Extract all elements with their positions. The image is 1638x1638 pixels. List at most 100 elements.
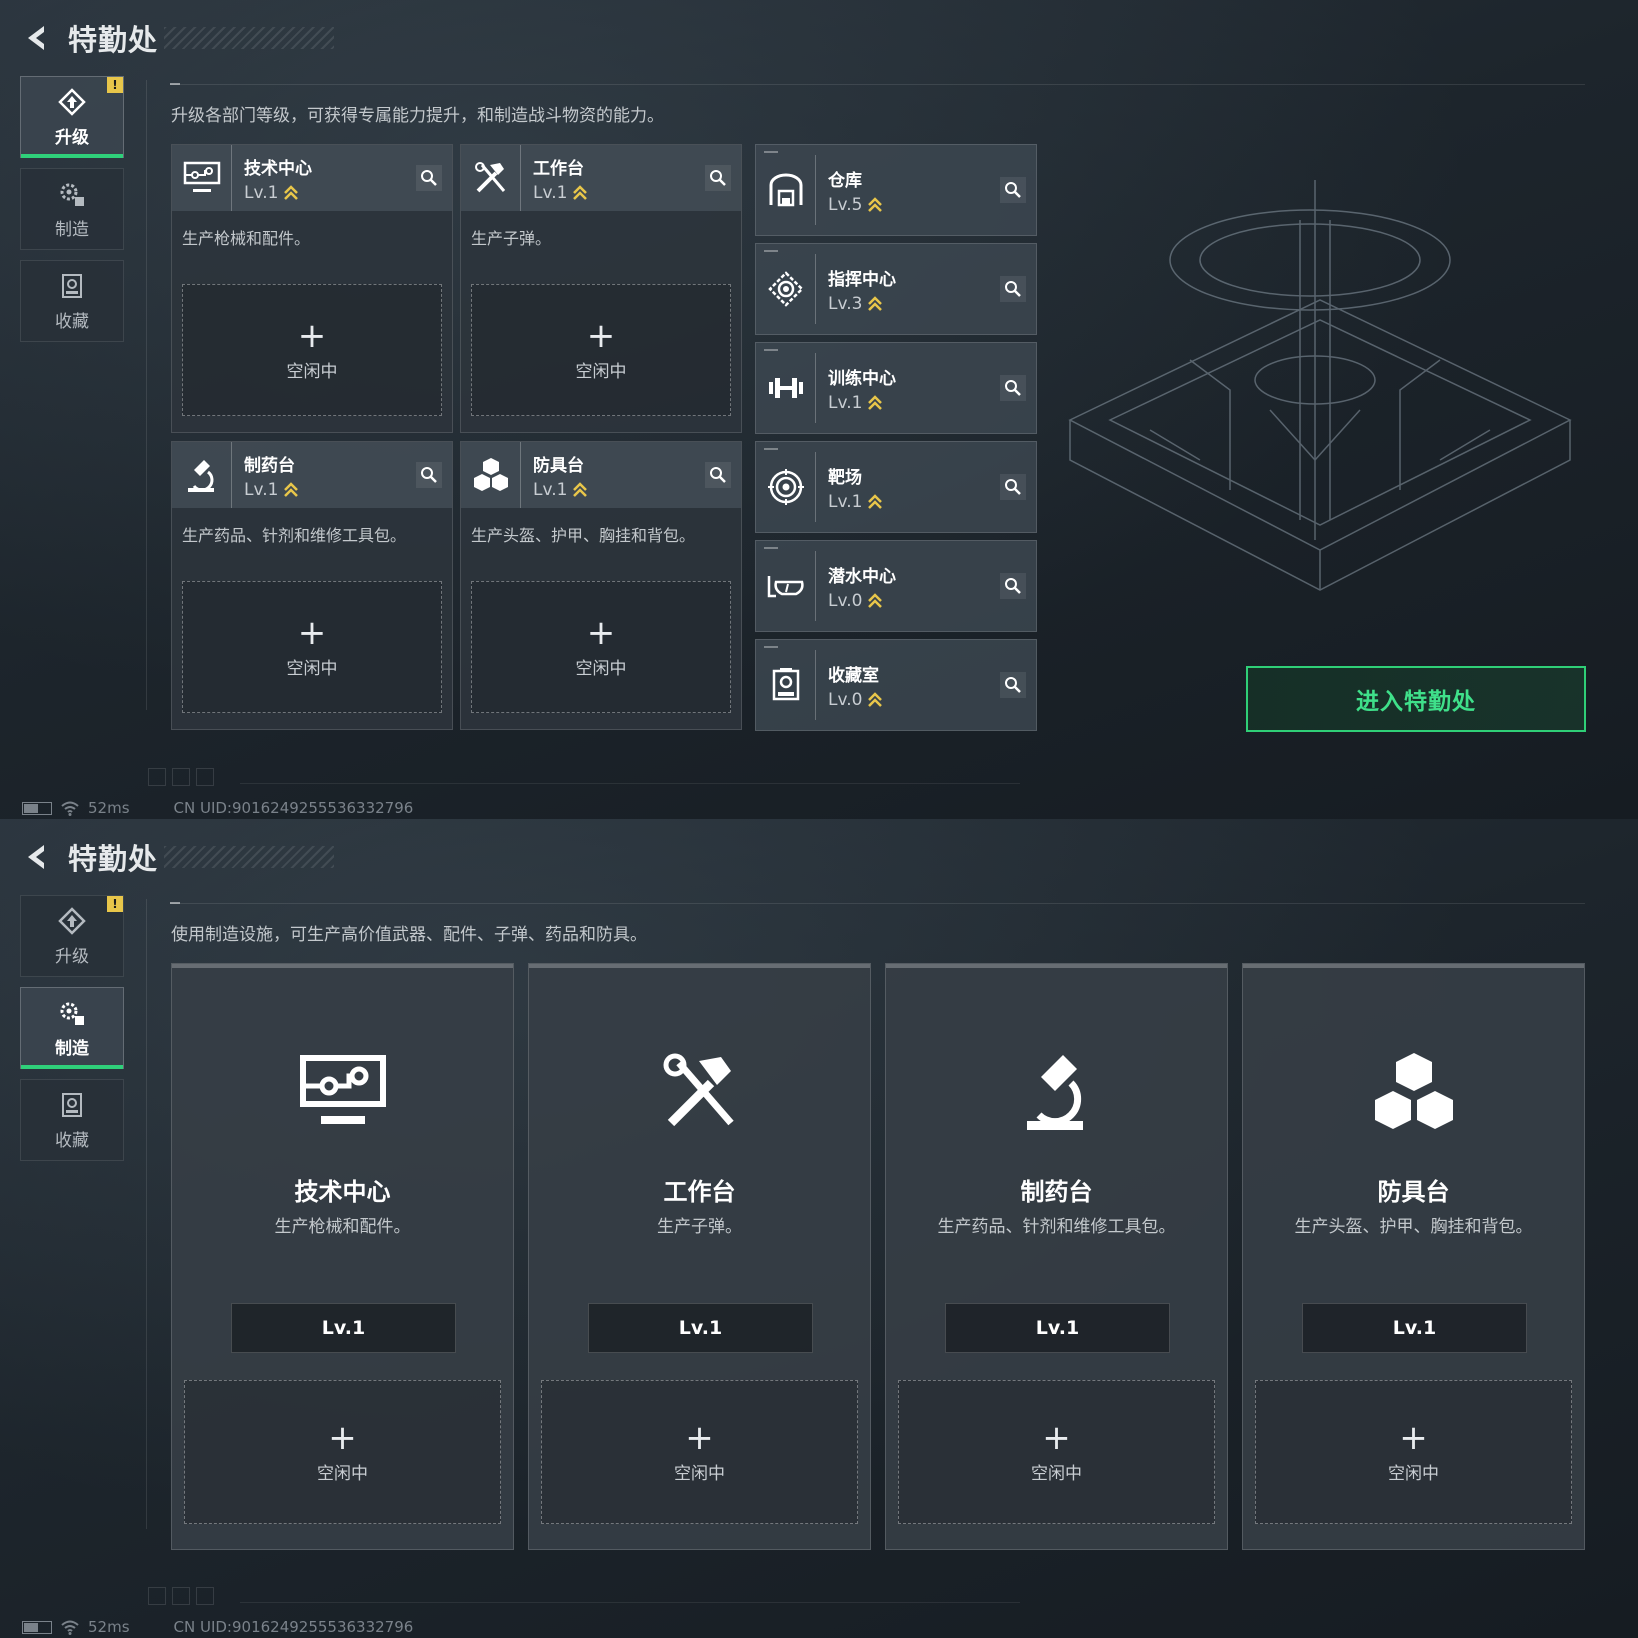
idle-slot[interactable]: + 空闲中 xyxy=(898,1380,1215,1524)
page-description: 升级各部门等级，可获得专属能力提升，和制造战斗物资的能力。 xyxy=(171,106,664,126)
search-button[interactable] xyxy=(1000,276,1026,302)
dept-card-armor[interactable]: 防具台 Lv.1 生产头盔、护甲、胸挂和背包。 + 空闲中 xyxy=(460,441,742,730)
search-button[interactable] xyxy=(1000,672,1026,698)
page-title: 特勤处 xyxy=(68,842,159,876)
header: 特勤处 xyxy=(20,18,335,58)
nav-collection[interactable]: 收藏 xyxy=(20,260,124,342)
level-up-chevron-icon xyxy=(868,394,883,410)
facility-collection-room[interactable]: 收藏室 Lv.0 xyxy=(755,639,1037,731)
dept-card-pharmacy[interactable]: 制药台 Lv.1 生产药品、针剂和维修工具包。 + 空闲中 xyxy=(171,441,453,730)
search-button[interactable] xyxy=(1000,375,1026,401)
station-level: Lv.1 xyxy=(231,1303,456,1353)
nav-craft[interactable]: 制造 xyxy=(20,987,124,1069)
station-description: 生产枪械和配件。 xyxy=(274,1217,411,1237)
facility-shooting-range[interactable]: 靶场 Lv.1 xyxy=(755,441,1037,533)
search-button[interactable] xyxy=(416,165,442,191)
idle-slot[interactable]: + 空闲中 xyxy=(182,581,442,713)
armor-icon xyxy=(461,442,521,508)
idle-slot[interactable]: + 空闲中 xyxy=(184,1380,501,1524)
page-title: 特勤处 xyxy=(68,23,159,57)
divider xyxy=(170,83,1585,85)
station-name: 技术中心 xyxy=(294,1178,391,1206)
idle-label: 空闲中 xyxy=(1388,1463,1439,1484)
nav-craft[interactable]: 制造 xyxy=(20,168,124,250)
search-icon xyxy=(421,467,437,483)
facility-level: Lv.5 xyxy=(828,195,883,215)
idle-slot[interactable]: + 空闲中 xyxy=(1255,1380,1572,1524)
divider xyxy=(240,1602,1020,1603)
station-name: 工作台 xyxy=(663,1178,736,1206)
base-wireframe-illustration xyxy=(1068,180,1572,591)
search-icon xyxy=(421,170,437,186)
dept-description: 生产枪械和配件。 xyxy=(182,229,311,248)
station-level: Lv.1 xyxy=(1302,1303,1527,1353)
nav-label: 升级 xyxy=(55,946,89,967)
back-arrow-icon[interactable] xyxy=(20,21,54,55)
facility-name: 收藏室 xyxy=(828,665,879,686)
dept-level: Lv.1 xyxy=(244,480,299,500)
nav-upgrade[interactable]: ! 升级 xyxy=(20,895,124,977)
search-button[interactable] xyxy=(1000,177,1026,203)
station-description: 生产头盔、护甲、胸挂和背包。 xyxy=(1294,1217,1533,1237)
idle-slot[interactable]: + 空闲中 xyxy=(471,581,731,713)
idle-slot[interactable]: + 空闲中 xyxy=(471,284,731,416)
idle-slot[interactable]: + 空闲中 xyxy=(182,284,442,416)
nav-label: 收藏 xyxy=(55,1130,89,1151)
craft-card-tech-center[interactable]: 技术中心 生产枪械和配件。 Lv.1 + 空闲中 xyxy=(171,963,514,1550)
station-level: Lv.1 xyxy=(588,1303,813,1353)
idle-label: 空闲中 xyxy=(286,361,338,382)
plus-icon: + xyxy=(328,1417,357,1458)
user-uid: CN UID:9016249255536332796 xyxy=(173,1618,414,1636)
tech-center-icon xyxy=(172,145,232,211)
back-arrow-icon[interactable] xyxy=(20,840,54,874)
idle-label: 空闲中 xyxy=(575,361,627,382)
level-up-chevron-icon xyxy=(868,295,883,311)
user-uid: CN UID:9016249255536332796 xyxy=(173,799,414,817)
dept-card-workbench[interactable]: 工作台 Lv.1 生产子弹。 + 空闲中 xyxy=(460,144,742,433)
nav-collection[interactable]: 收藏 xyxy=(20,1079,124,1161)
station-level: Lv.1 xyxy=(945,1303,1170,1353)
nav-label: 制造 xyxy=(55,1038,89,1059)
side-nav: ! 升级 制造 收藏 xyxy=(20,76,126,352)
divider xyxy=(146,899,147,1529)
facility-name: 指挥中心 xyxy=(828,269,896,290)
facility-diving-center[interactable]: 潜水中心 Lv.0 xyxy=(755,540,1037,632)
facility-level: Lv.1 xyxy=(828,393,896,413)
level-up-chevron-icon xyxy=(284,481,299,497)
search-button[interactable] xyxy=(1000,474,1026,500)
craft-card-armor[interactable]: 防具台 生产头盔、护甲、胸挂和背包。 Lv.1 + 空闲中 xyxy=(1242,963,1585,1550)
facility-training-center[interactable]: 训练中心 Lv.1 xyxy=(755,342,1037,434)
title-hatch-decoration xyxy=(164,846,335,868)
idle-label: 空闲中 xyxy=(1031,1463,1082,1484)
search-button[interactable] xyxy=(1000,573,1026,599)
pharmacy-icon xyxy=(172,442,232,508)
nav-upgrade[interactable]: ! 升级 xyxy=(20,76,124,158)
search-button[interactable] xyxy=(705,462,731,488)
command-center-icon xyxy=(756,254,816,324)
armor-icon xyxy=(1366,1044,1462,1140)
craft-card-pharmacy[interactable]: 制药台 生产药品、针剂和维修工具包。 Lv.1 + 空闲中 xyxy=(885,963,1228,1550)
upgrade-icon xyxy=(58,87,86,116)
dept-header: 制药台 Lv.1 xyxy=(172,442,452,508)
idle-slot[interactable]: + 空闲中 xyxy=(541,1380,858,1524)
collection-room-icon xyxy=(756,650,816,720)
dept-name: 制药台 xyxy=(244,455,295,476)
workbench-icon xyxy=(461,145,521,211)
warehouse-icon xyxy=(756,155,816,225)
tech-center-icon xyxy=(295,1044,391,1140)
ping: 52ms xyxy=(88,799,130,817)
divider xyxy=(170,902,1585,904)
dept-card-tech-center[interactable]: 技术中心 Lv.1 生产枪械和配件。 + 空闲中 xyxy=(171,144,453,433)
dept-level: Lv.1 xyxy=(244,183,312,203)
craft-card-workbench[interactable]: 工作台 生产子弹。 Lv.1 + 空闲中 xyxy=(528,963,871,1550)
gear-craft-icon xyxy=(60,1002,84,1025)
facility-warehouse[interactable]: 仓库 Lv.5 xyxy=(755,144,1037,236)
search-button[interactable] xyxy=(705,165,731,191)
search-button[interactable] xyxy=(416,462,442,488)
side-nav: ! 升级 制造 收藏 xyxy=(20,895,126,1171)
status-bar: 52ms CN UID:9016249255536332796 xyxy=(22,799,413,817)
gear-craft-icon xyxy=(60,183,84,206)
enter-special-ops-button[interactable]: 进入特勤处 xyxy=(1246,666,1586,732)
facility-command-center[interactable]: 指挥中心 Lv.3 xyxy=(755,243,1037,335)
facility-name: 靶场 xyxy=(828,467,862,488)
